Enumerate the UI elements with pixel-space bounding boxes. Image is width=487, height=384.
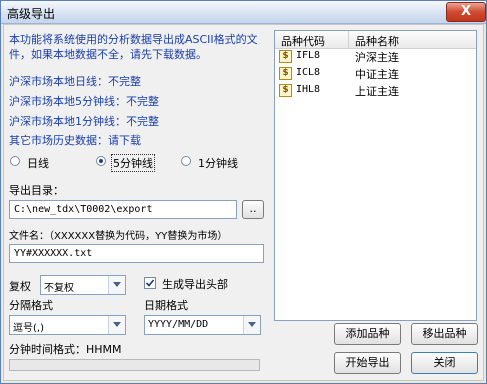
intro-text: 本功能将系统使用的分析数据导出成ASCII格式的文件，如果本地数据不全，请先下载…: [9, 33, 258, 61]
date-format-label: 日期格式: [144, 299, 188, 312]
item-name: 中证主连: [355, 68, 399, 81]
browse-button[interactable]: ..: [242, 200, 264, 219]
list-item[interactable]: $ IHL8 上证主连: [275, 83, 476, 99]
separator-select[interactable]: 逗号(,): [9, 315, 126, 335]
separator-label: 分隔格式: [9, 299, 53, 312]
filename-input[interactable]: YY#XXXXXX.txt: [9, 244, 264, 263]
date-format-select[interactable]: YYYY/MM/DD: [144, 315, 261, 335]
radio-circle: [181, 156, 191, 166]
window-close-button[interactable]: X: [446, 2, 486, 22]
status-daily: 沪深市场本地日线：不完整: [9, 75, 141, 88]
chevron-down-icon[interactable]: [108, 316, 125, 334]
date-format-select-value: YYYY/MM/DD: [148, 319, 209, 330]
remove-instrument-button[interactable]: 移出品种: [411, 323, 478, 345]
radio-1min-label: 1分钟线: [198, 157, 238, 170]
list-item[interactable]: $ ICL8 中证主连: [275, 66, 476, 82]
close-button[interactable]: 关闭: [411, 352, 478, 374]
minute-time-format-label: 分钟时间格式：HHMM: [9, 343, 122, 356]
dollar-icon: $: [279, 84, 292, 97]
instrument-list[interactable]: 品种代码 品种名称 $ IFL8 沪深主连 $ ICL8 中证主连 $ IHL8…: [274, 30, 477, 321]
rights-select-value: 不复权: [44, 283, 74, 294]
export-dir-input[interactable]: C:\new_tdx\T0002\export: [9, 200, 237, 219]
list-header: 品种代码 品种名称: [275, 31, 476, 49]
list-item[interactable]: $ IFL8 沪深主连: [275, 49, 476, 65]
item-code: IHL8: [296, 84, 321, 95]
header-checkbox-label: 生成导出头部: [162, 278, 228, 291]
item-code: ICL8: [296, 67, 321, 78]
chevron-down-icon[interactable]: [108, 276, 125, 294]
rights-label: 复权: [9, 280, 31, 293]
dialog-body: 本功能将系统使用的分析数据导出成ASCII格式的文件，如果本地数据不全，请先下载…: [3, 24, 484, 381]
status-1min: 沪深市场本地1分钟线：不完整: [9, 115, 159, 128]
dollar-icon: $: [279, 50, 292, 63]
chevron-down-icon[interactable]: [243, 316, 260, 334]
radio-daily-label: 日线: [27, 157, 49, 170]
radio-5min-label: 5分钟线: [111, 154, 155, 172]
radio-selected-dot: [99, 159, 103, 163]
radio-circle: [96, 156, 106, 166]
rights-select[interactable]: 不复权: [40, 275, 126, 295]
start-export-button[interactable]: 开始导出: [334, 352, 401, 374]
item-name: 沪深主连: [355, 51, 399, 64]
dollar-icon: $: [279, 67, 292, 80]
checkbox-box: [144, 277, 156, 289]
separator-select-value: 逗号(,): [13, 323, 44, 334]
checkmark-icon: [145, 279, 155, 287]
filename-label: 文件名：（XXXXXX替换为代码，YY替换为市场）: [9, 231, 228, 242]
window-title: 高级导出: [7, 7, 56, 21]
column-name[interactable]: 品种名称: [355, 33, 399, 49]
export-progress-bar: [9, 359, 260, 371]
column-code[interactable]: 品种代码: [281, 33, 325, 49]
export-dialog: 高级导出 X 本功能将系统使用的分析数据导出成ASCII格式的文件，如果本地数据…: [0, 0, 487, 384]
title-bar: 高级导出 X: [1, 1, 486, 24]
item-code: IFL8: [296, 50, 321, 61]
status-5min: 沪深市场本地5分钟线：不完整: [9, 95, 159, 108]
export-dir-label: 导出目录：: [9, 184, 64, 197]
column-divider[interactable]: [348, 31, 349, 48]
status-other: 其它市场历史数据：请下载: [9, 134, 141, 147]
item-name: 上证主连: [355, 85, 399, 98]
add-instrument-button[interactable]: 添加品种: [334, 323, 401, 345]
radio-circle: [10, 156, 20, 166]
